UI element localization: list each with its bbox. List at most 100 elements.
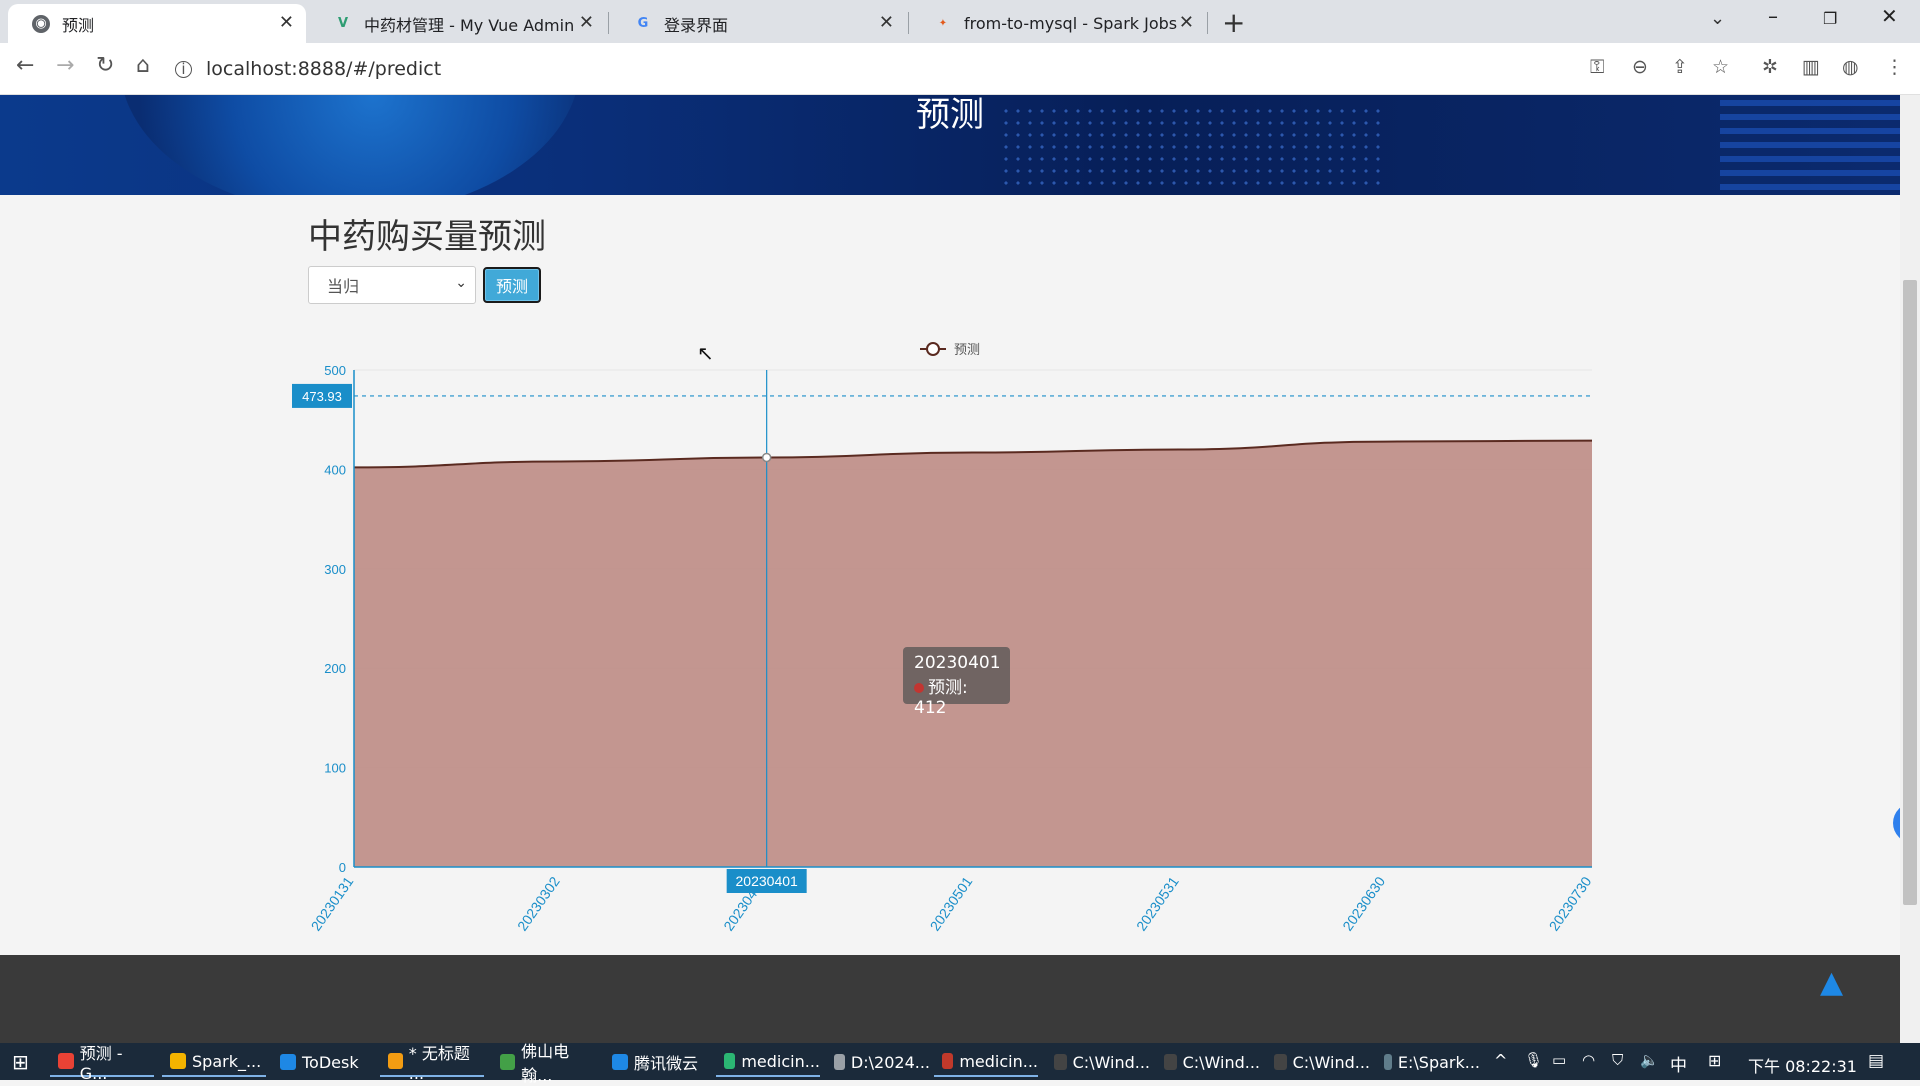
windows-taskbar: ⊞ 预测 - G... Spark_... ToDesk * 无标题 ... 佛山电翰.… (0, 1042, 1920, 1085)
page-content: 预测 中药购买量预测 当归 ⌄ 预测 0 100 200 300 400 500 20230… (0, 95, 1900, 1043)
app-icon (612, 1054, 628, 1070)
y-tick-label: 500 (324, 363, 346, 378)
google-icon: G (637, 16, 649, 31)
close-icon[interactable]: ✕ (579, 12, 594, 33)
y-tick-label: 200 (324, 661, 346, 676)
wifi-icon[interactable]: ◠ (1582, 1051, 1595, 1069)
taskbar-item-label: E:\Spark... (1397, 1052, 1480, 1072)
taskbar-item[interactable]: medicin... (716, 1047, 820, 1077)
legend-marker-icon (926, 342, 940, 356)
x-tick-label: 20230501 (927, 873, 976, 933)
axis-pointer-label: 20230401 (736, 873, 799, 889)
microphone-icon[interactable]: 🎙 (1524, 1051, 1543, 1069)
share-icon[interactable]: ⇪ (1672, 56, 1688, 78)
taskbar-item-label: Spark_... (192, 1051, 262, 1071)
app-icon (942, 1053, 954, 1069)
taskbar-item[interactable]: medicin... (934, 1047, 1038, 1077)
taskbar-item[interactable]: ToDesk (272, 1047, 376, 1077)
reload-icon[interactable]: ↻ (96, 53, 114, 78)
close-window-icon[interactable]: ✕ (1881, 4, 1898, 28)
tab-spark-jobs[interactable]: ✦ from-to-mysql - Spark Jobs ✕ (910, 4, 1206, 43)
new-tab-icon[interactable]: + (1222, 6, 1245, 39)
taskbar-item-label: C:\Wind... (1182, 1052, 1260, 1072)
menu-icon[interactable]: ⋮ (1885, 56, 1904, 78)
y-tick-label: 400 (324, 462, 346, 477)
forward-icon[interactable]: → (56, 53, 74, 78)
address-bar[interactable]: i localhost:8888/#/predict (175, 50, 1575, 88)
tab-separator (608, 12, 609, 34)
x-tick-label: 20230302 (514, 873, 563, 933)
tooltip-date: 20230401 (914, 653, 1001, 673)
key-icon[interactable]: ⚿ (1590, 56, 1604, 78)
app-icon (1054, 1054, 1067, 1070)
browser-toolbar: ← → ↻ ⌂ i localhost:8888/#/predict ⚿ ⊖ ⇪… (0, 43, 1920, 95)
tray-overflow-icon[interactable]: ^ (1494, 1051, 1507, 1070)
taskbar-item-label: medicin... (959, 1051, 1038, 1071)
taskbar-item[interactable]: C:\Wind... (1266, 1047, 1370, 1077)
tooltip-value-row: 预测: 412 (914, 673, 999, 718)
tab-label: 登录界面 (664, 15, 729, 35)
app-icon (170, 1053, 186, 1069)
taskbar-item[interactable]: 腾讯微云 (604, 1047, 708, 1077)
taskbar-item[interactable]: C:\Wind... (1046, 1047, 1150, 1077)
browser-tab-strip: ◉ 预测 ✕ V 中药材管理 - My Vue Admin ✕ G 登录界面 ✕… (0, 0, 1920, 43)
chevron-down-icon[interactable]: ⌄ (1710, 8, 1725, 29)
back-icon[interactable]: ← (16, 53, 34, 78)
markline-label: 473.93 (302, 389, 342, 404)
close-icon[interactable]: ✕ (279, 12, 294, 33)
app-icon (388, 1053, 403, 1069)
app-icon (834, 1054, 845, 1070)
profile-avatar-icon[interactable]: ◍ (1842, 56, 1859, 78)
taskbar-item[interactable]: * 无标题 ... (380, 1044, 484, 1083)
ime-mode-icon[interactable]: ⊞ (1708, 1051, 1721, 1070)
taskbar-item-label: ToDesk (302, 1052, 359, 1072)
scrollbar-thumb[interactable] (1903, 280, 1917, 905)
taskbar-item-label: 预测 - G... (79, 1043, 123, 1083)
restore-icon[interactable]: ❐ (1823, 9, 1837, 28)
series-dot-icon (914, 683, 924, 693)
ime-indicator[interactable]: 中 (1670, 1051, 1687, 1076)
taskbar-item[interactable]: C:\Wind... (1156, 1047, 1260, 1077)
tab-predict[interactable]: ◉ 预测 ✕ (8, 4, 306, 43)
windows-start-icon[interactable]: ⊞ (12, 1050, 29, 1074)
tab-login[interactable]: G 登录界面 ✕ (610, 4, 906, 43)
close-icon[interactable]: ✕ (1179, 12, 1194, 33)
home-icon[interactable]: ⌂ (136, 53, 150, 78)
x-tick-label: 20230131 (308, 873, 357, 933)
tab-separator (908, 12, 909, 34)
taskbar-item[interactable]: D:\2024... (826, 1047, 930, 1077)
data-point (761, 452, 772, 463)
battery-icon[interactable]: ▭ (1552, 1051, 1566, 1069)
info-icon[interactable]: i (175, 60, 192, 78)
taskbar-item-label: D:\2024... (850, 1052, 930, 1072)
globe-icon: ◉ (32, 14, 50, 33)
zoom-icon[interactable]: ⊖ (1632, 56, 1648, 78)
minimize-icon[interactable]: – (1768, 4, 1778, 28)
spark-icon: ✦ (938, 18, 948, 29)
legend-label: 预测 (954, 342, 980, 357)
app-icon (1164, 1054, 1177, 1070)
taskbar-item[interactable]: E:\Spark... (1376, 1047, 1480, 1077)
taskbar-item-label: C:\Wind... (1292, 1052, 1370, 1072)
taskbar-item[interactable]: 预测 - G... (50, 1044, 154, 1083)
app-icon (724, 1053, 736, 1069)
defender-icon[interactable]: ⛉ (1612, 1051, 1623, 1069)
tab-label: 中药材管理 - My Vue Admin (364, 15, 575, 35)
clock[interactable]: 下午 08:22:31 (1748, 1053, 1857, 1077)
side-panel-icon[interactable]: ▥ (1802, 56, 1820, 78)
back-to-top-icon[interactable]: ▲ (1820, 965, 1843, 1000)
extensions-icon[interactable]: ✲ (1762, 56, 1778, 78)
x-tick-label: 20230630 (1339, 873, 1388, 933)
bookmark-star-icon[interactable]: ☆ (1712, 56, 1729, 78)
page-scrollbar[interactable] (1900, 95, 1920, 1043)
close-icon[interactable]: ✕ (879, 12, 894, 33)
tab-vue-admin[interactable]: V 中药材管理 - My Vue Admin ✕ (310, 4, 606, 43)
volume-icon[interactable]: 🔈 (1640, 1051, 1659, 1069)
y-tick-label: 0 (339, 860, 346, 875)
taskbar-item[interactable]: Spark_... (162, 1047, 266, 1077)
notifications-icon[interactable]: ▤ (1868, 1051, 1884, 1071)
taskbar-item[interactable]: 佛山电翰... (492, 1042, 596, 1085)
taskbar-item-label: C:\Wind... (1072, 1052, 1150, 1072)
tab-label: from-to-mysql - Spark Jobs (964, 14, 1178, 33)
vue-icon: V (337, 16, 349, 31)
